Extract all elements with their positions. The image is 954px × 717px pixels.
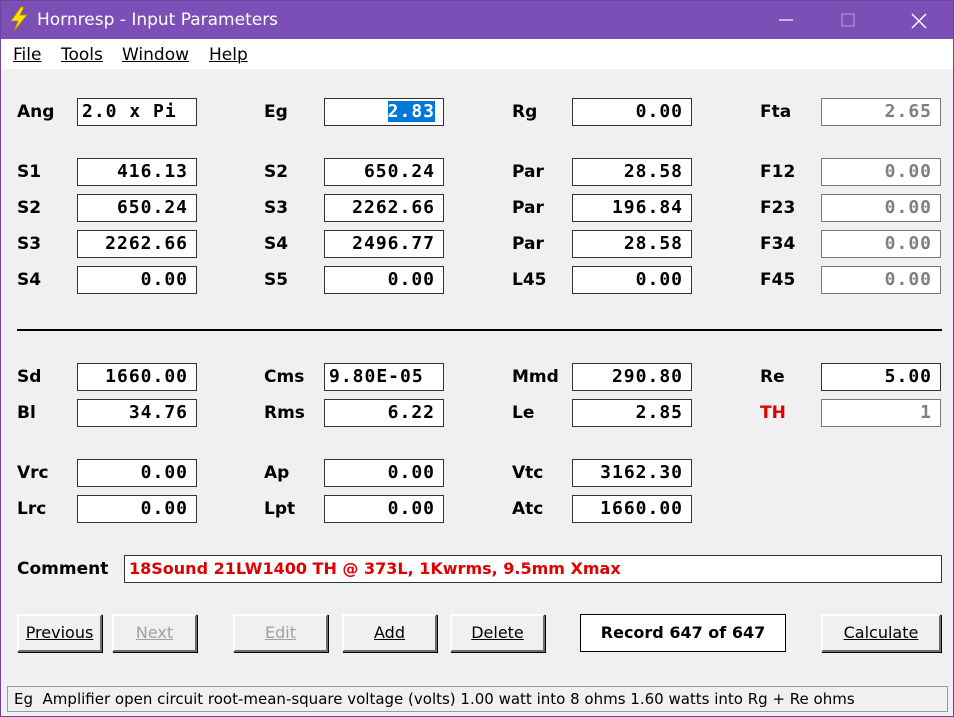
minimize-button[interactable]: [763, 1, 809, 39]
window-title: Hornresp - Input Parameters: [37, 10, 279, 30]
label-par-1: Par: [512, 162, 544, 182]
label-vrc: Vrc: [17, 463, 49, 483]
field-ang[interactable]: 2.0 x Pi: [77, 98, 197, 126]
field-s3[interactable]: 2262.66: [77, 230, 197, 258]
field-cms[interactable]: 9.80E-05: [324, 363, 444, 391]
field-l45[interactable]: 0.00: [572, 266, 692, 294]
calculate-button[interactable]: Calculate: [821, 614, 941, 652]
next-button[interactable]: Next: [112, 614, 197, 652]
title-bar[interactable]: Hornresp - Input Parameters: [1, 1, 953, 39]
add-button[interactable]: Add: [342, 614, 437, 652]
field-f34[interactable]: 0.00: [821, 230, 941, 258]
label-ap: Ap: [264, 463, 290, 483]
field-bl[interactable]: 34.76: [77, 399, 197, 427]
field-re[interactable]: 5.00: [821, 363, 941, 391]
field-s5[interactable]: 0.00: [324, 266, 444, 294]
label-th[interactable]: TH: [760, 403, 786, 423]
label-mmd: Mmd: [512, 367, 559, 387]
field-f45[interactable]: 0.00: [821, 266, 941, 294]
record-indicator: Record 647 of 647: [580, 614, 786, 652]
label-lrc: Lrc: [17, 499, 47, 519]
label-sd: Sd: [17, 367, 42, 387]
label-s5: S5: [264, 270, 289, 290]
status-bar: Eg Amplifier open circuit root-mean-squa…: [7, 686, 948, 712]
field-f23[interactable]: 0.00: [821, 194, 941, 222]
menu-bar: File Tools Window Help: [1, 39, 953, 69]
close-icon: [911, 13, 927, 29]
label-f34: F34: [760, 234, 796, 254]
field-th[interactable]: 1: [821, 399, 941, 427]
field-s4[interactable]: 0.00: [77, 266, 197, 294]
label-eg: Eg: [264, 102, 288, 122]
label-f12: F12: [760, 162, 796, 182]
comment-field[interactable]: 18Sound 21LW1400 TH @ 373L, 1Kwrms, 9.5m…: [124, 555, 942, 583]
lightning-bolt-icon: [10, 6, 28, 32]
field-par-2[interactable]: 196.84: [572, 194, 692, 222]
label-fta: Fta: [760, 102, 792, 122]
label-atc: Atc: [512, 499, 544, 519]
maximize-icon: [841, 13, 855, 27]
label-par-2: Par: [512, 198, 544, 218]
delete-button[interactable]: Delete: [450, 614, 545, 652]
status-text: Amplifier open circuit root-mean-square …: [42, 690, 855, 708]
menu-file[interactable]: File: [13, 45, 41, 65]
field-eg-value: 2.83: [387, 101, 435, 122]
label-s2: S2: [17, 198, 42, 218]
field-s2[interactable]: 650.24: [77, 194, 197, 222]
label-cms: Cms: [264, 367, 305, 387]
menu-window[interactable]: Window: [122, 45, 189, 65]
field-le[interactable]: 2.85: [572, 399, 692, 427]
menu-help[interactable]: Help: [209, 45, 248, 65]
label-le: Le: [512, 403, 535, 423]
label-vtc: Vtc: [512, 463, 544, 483]
label-rms: Rms: [264, 403, 305, 423]
label-rg: Rg: [512, 102, 538, 122]
close-button[interactable]: [895, 1, 941, 39]
field-lrc[interactable]: 0.00: [77, 495, 197, 523]
field-ap[interactable]: 0.00: [324, 459, 444, 487]
field-vrc[interactable]: 0.00: [77, 459, 197, 487]
label-bl: Bl: [17, 403, 36, 423]
field-sd[interactable]: 1660.00: [77, 363, 197, 391]
hornresp-window: Hornresp - Input Parameters File Tools W…: [0, 0, 954, 717]
menu-tools[interactable]: Tools: [61, 45, 103, 65]
field-s1[interactable]: 416.13: [77, 158, 197, 186]
label-s4: S4: [264, 234, 289, 254]
label-f45: F45: [760, 270, 796, 290]
label-s3: S3: [264, 198, 289, 218]
label-par-3: Par: [512, 234, 544, 254]
maximize-button[interactable]: [825, 1, 871, 39]
field-f12[interactable]: 0.00: [821, 158, 941, 186]
field-eg[interactable]: 2.83: [324, 98, 444, 126]
label-f23: F23: [760, 198, 796, 218]
previous-button[interactable]: Previous: [17, 614, 102, 652]
label-s3: S3: [17, 234, 42, 254]
field-vtc[interactable]: 3162.30: [572, 459, 692, 487]
field-par-1[interactable]: 28.58: [572, 158, 692, 186]
field-s3-horn2[interactable]: 2262.66: [324, 194, 444, 222]
field-fta[interactable]: 2.65: [821, 98, 941, 126]
field-s2-horn1[interactable]: 650.24: [324, 158, 444, 186]
minimize-icon: [779, 19, 793, 21]
label-re: Re: [760, 367, 785, 387]
field-par-3[interactable]: 28.58: [572, 230, 692, 258]
label-lpt: Lpt: [264, 499, 296, 519]
label-comment: Comment: [17, 559, 109, 579]
field-s4-horn3[interactable]: 2496.77: [324, 230, 444, 258]
section-divider: [17, 329, 942, 331]
label-l45: L45: [512, 270, 547, 290]
label-s1: S1: [17, 162, 42, 182]
label-ang: Ang: [17, 102, 55, 122]
field-rms[interactable]: 6.22: [324, 399, 444, 427]
label-s2: S2: [264, 162, 289, 182]
field-atc[interactable]: 1660.00: [572, 495, 692, 523]
field-rg[interactable]: 0.00: [572, 98, 692, 126]
field-mmd[interactable]: 290.80: [572, 363, 692, 391]
field-lpt[interactable]: 0.00: [324, 495, 444, 523]
status-code: Eg: [14, 690, 33, 708]
label-s4: S4: [17, 270, 42, 290]
edit-button[interactable]: Edit: [233, 614, 328, 652]
